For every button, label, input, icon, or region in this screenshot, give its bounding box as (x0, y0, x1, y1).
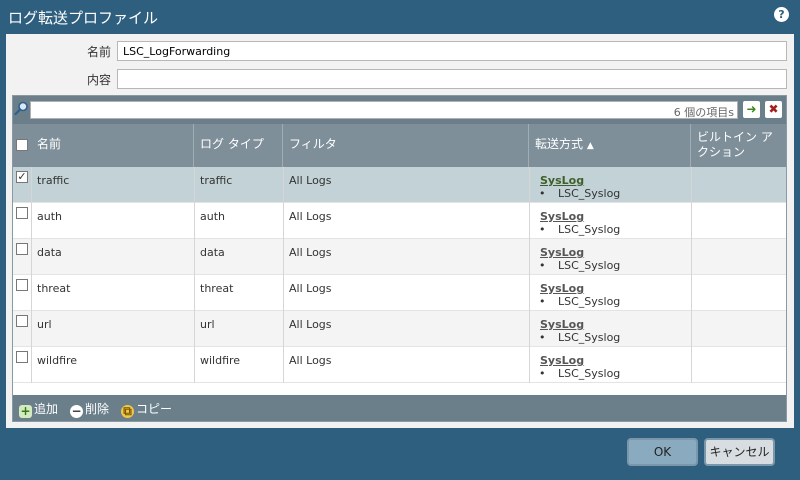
forward-target: LSC_Syslog (558, 259, 621, 272)
cell-name: url (37, 318, 52, 331)
filter-input[interactable]: 6 個の項目s (30, 101, 738, 119)
forward-target: LSC_Syslog (558, 295, 621, 308)
ok-button[interactable]: OK (627, 438, 698, 466)
delete-button[interactable]: − 削除 (70, 401, 110, 418)
row-checkbox[interactable] (16, 315, 28, 327)
copy-label: コピー (136, 402, 173, 416)
table-row[interactable]: wildfire wildfire All Logs SysLog • LSC_Syslo… (13, 347, 786, 383)
bullet-icon: • (539, 295, 546, 308)
bullet-icon: • (539, 223, 546, 236)
cell-log-type: data (200, 246, 225, 259)
cell-filter: All Logs (289, 210, 332, 223)
forward-method-link[interactable]: SysLog (540, 318, 584, 331)
cell-filter: All Logs (289, 354, 332, 367)
name-field[interactable] (117, 41, 787, 61)
dialog-title: ログ転送プロファイル (8, 9, 159, 27)
forward-target: LSC_Syslog (558, 331, 621, 344)
plus-icon: + (19, 404, 32, 418)
col-filter[interactable]: フィルタ (283, 124, 529, 167)
row-checkbox[interactable] (16, 279, 28, 291)
delete-label: 削除 (85, 402, 110, 416)
cell-name: traffic (37, 174, 70, 187)
cell-name: data (37, 246, 62, 259)
dialog-body: 名前 内容 6 個の項目s ➜ ✖ 名前 ログ タイプ フィルタ 転送方式 ▲ … (6, 34, 794, 428)
col-builtin-action[interactable]: ビルトイン アクション (691, 124, 786, 167)
col-name[interactable]: 名前 (31, 124, 194, 167)
col-forward-method-label: 転送方式 (535, 137, 584, 151)
forward-target: LSC_Syslog (558, 187, 621, 200)
search-icon (14, 101, 28, 116)
bullet-icon: • (539, 331, 546, 344)
bullet-icon: • (539, 259, 546, 272)
cell-log-type: threat (200, 282, 234, 295)
grid-footer: + 追加 − 削除 ⧉ コピー (13, 395, 786, 421)
cell-filter: All Logs (289, 282, 332, 295)
forward-method-link[interactable]: SysLog (540, 282, 584, 295)
minus-icon: − (70, 404, 83, 418)
table-header: 名前 ログ タイプ フィルタ 転送方式 ▲ ビルトイン アクション (13, 124, 786, 167)
table-row[interactable]: url url All Logs SysLog • LSC_Syslog (13, 311, 786, 347)
bullet-icon: • (539, 367, 546, 380)
forward-target: LSC_Syslog (558, 223, 621, 236)
row-checkbox[interactable] (16, 207, 28, 219)
cell-log-type: traffic (200, 174, 233, 187)
clear-filter-icon[interactable]: ✖ (765, 101, 782, 118)
title-bar: ログ転送プロファイル ? (0, 0, 800, 34)
col-forward-method[interactable]: 転送方式 ▲ (529, 124, 691, 167)
filter-bar: 6 個の項目s ➜ ✖ (13, 96, 786, 124)
add-label: 追加 (34, 402, 59, 416)
apply-filter-icon[interactable]: ➜ (743, 101, 760, 118)
copy-button[interactable]: ⧉ コピー (121, 401, 173, 418)
cell-log-type: url (200, 318, 215, 331)
add-button[interactable]: + 追加 (19, 401, 59, 418)
description-field[interactable] (117, 69, 787, 89)
table-row[interactable]: ✓ traffic traffic All Logs SysLog • LSC_Syslog (13, 167, 786, 203)
col-log-type[interactable]: ログ タイプ (194, 124, 283, 167)
cell-filter: All Logs (289, 246, 332, 259)
forward-method-link[interactable]: SysLog (540, 246, 584, 259)
description-label: 内容 (86, 73, 111, 87)
cell-name: wildfire (37, 354, 78, 367)
forward-method-link[interactable]: SysLog (540, 174, 584, 187)
sort-ascending-icon: ▲ (586, 141, 594, 151)
copy-icon: ⧉ (121, 405, 134, 418)
table-row[interactable]: threat threat All Logs SysLog • LSC_Syslog (13, 275, 786, 311)
cell-filter: All Logs (289, 318, 332, 331)
row-checkbox[interactable]: ✓ (16, 171, 28, 183)
help-icon[interactable]: ? (774, 7, 789, 22)
profile-grid: 6 個の項目s ➜ ✖ 名前 ログ タイプ フィルタ 転送方式 ▲ ビルトイン … (12, 95, 787, 422)
row-checkbox[interactable] (16, 243, 28, 255)
cell-log-type: auth (200, 210, 225, 223)
cell-name: auth (37, 210, 62, 223)
cell-log-type: wildfire (200, 354, 241, 367)
item-count: 6 個の項目s (673, 106, 734, 119)
table-row[interactable]: data data All Logs SysLog • LSC_Syslog (13, 239, 786, 275)
forward-method-link[interactable]: SysLog (540, 210, 584, 223)
forward-target: LSC_Syslog (558, 367, 621, 380)
bullet-icon: • (539, 187, 546, 200)
name-label: 名前 (86, 45, 111, 59)
cell-name: threat (37, 282, 71, 295)
cancel-button[interactable]: キャンセル (704, 438, 775, 466)
forward-method-link[interactable]: SysLog (540, 354, 584, 367)
cell-filter: All Logs (289, 174, 332, 187)
table-row[interactable]: auth auth All Logs SysLog • LSC_Syslog (13, 203, 786, 239)
row-checkbox[interactable] (16, 351, 28, 363)
select-all-checkbox[interactable] (16, 139, 28, 151)
